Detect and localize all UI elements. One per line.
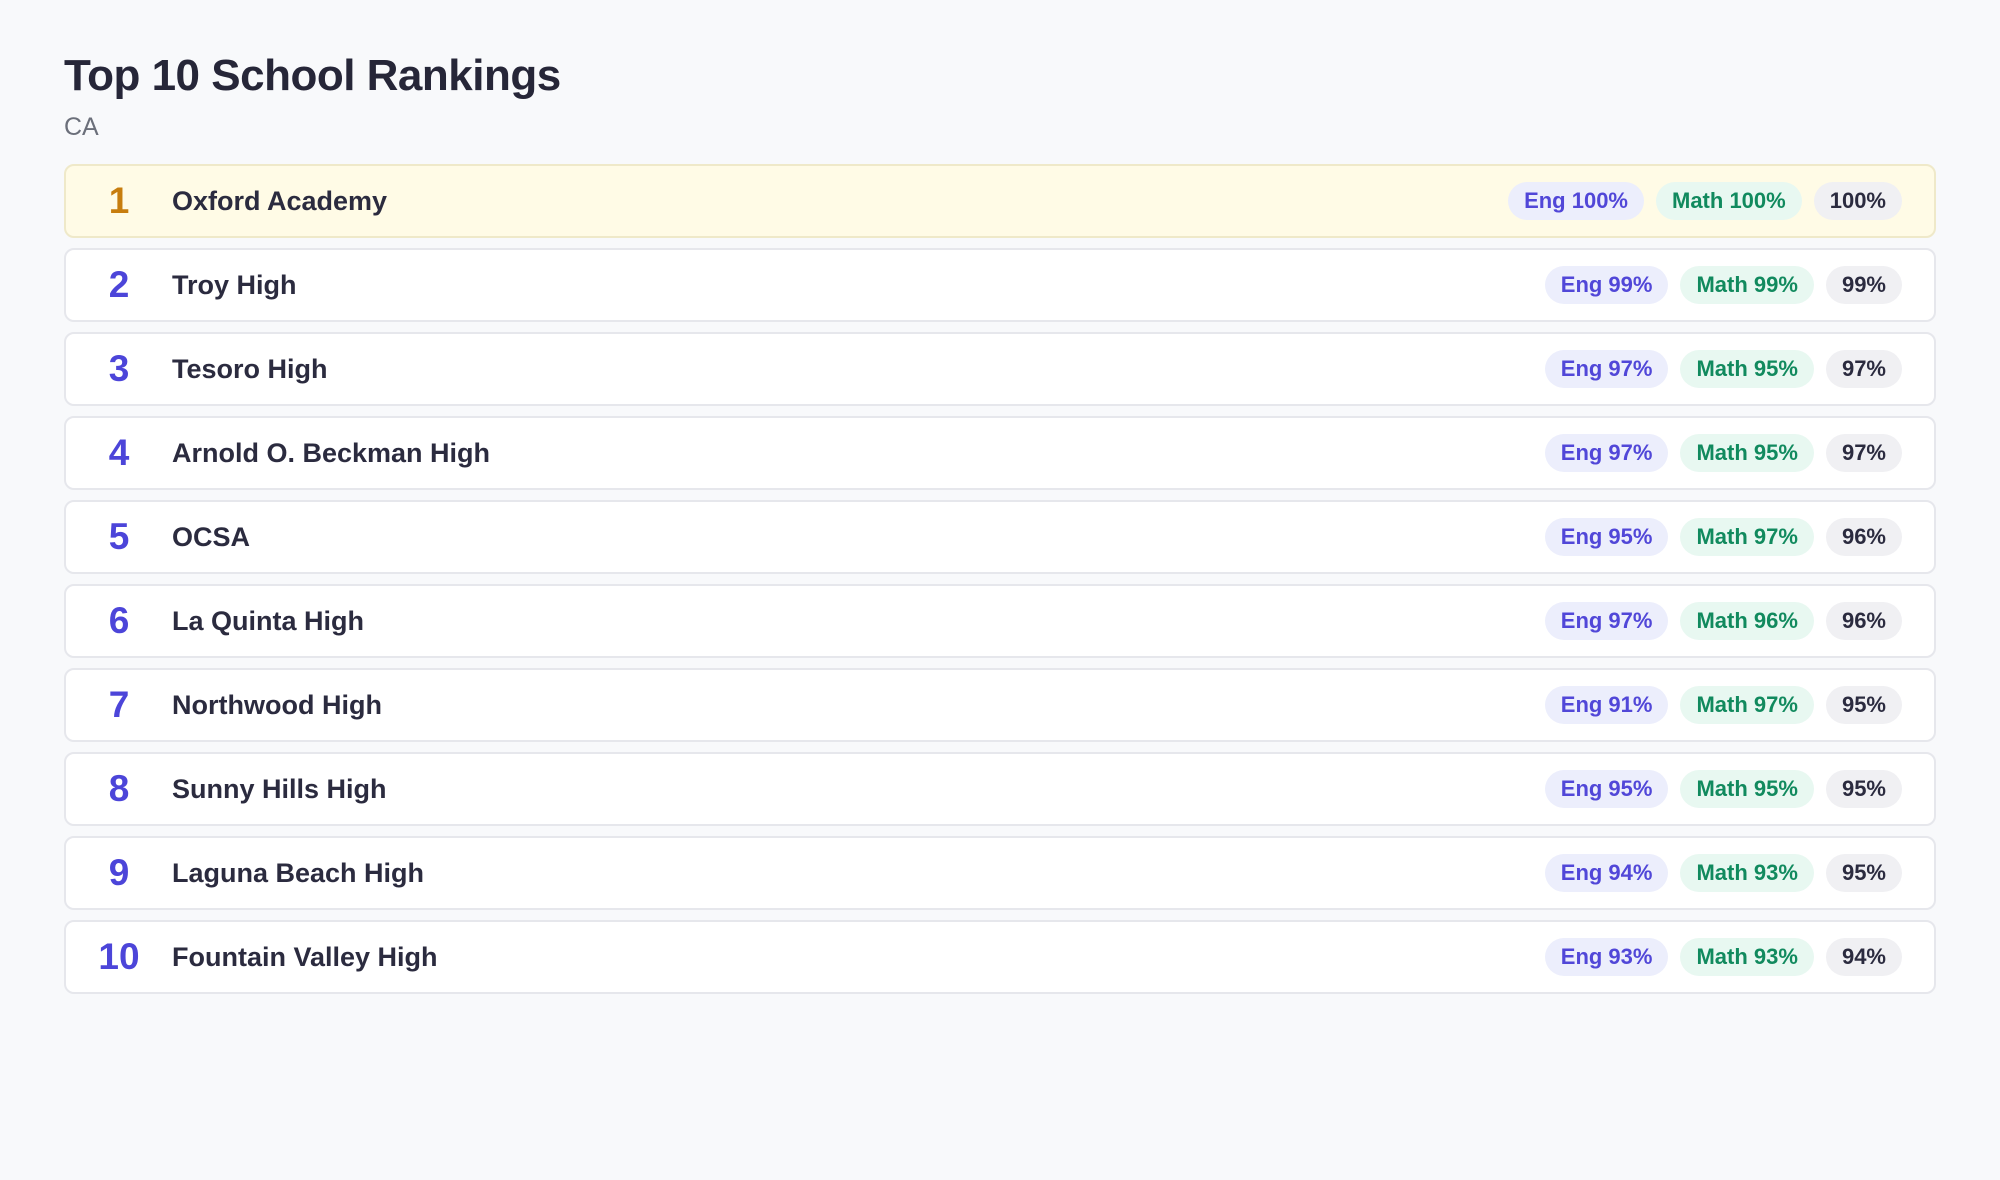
score-pills: Eng 97% Math 95% 97% — [1544, 434, 1902, 472]
school-name: Tesoro High — [172, 353, 328, 384]
overall-score-badge: 96% — [1825, 602, 1902, 640]
school-row[interactable]: 7 Northwood High Eng 91% Math 97% 95% — [64, 668, 1936, 742]
rank-number: 9 — [108, 852, 130, 893]
eng-score-badge: Eng 91% — [1544, 686, 1669, 724]
school-name: Northwood High — [172, 689, 382, 720]
overall-score-badge: 95% — [1825, 686, 1902, 724]
math-score-badge: Math 95% — [1680, 770, 1814, 808]
page-title: Top 10 School Rankings — [64, 51, 561, 100]
school-row[interactable]: 4 Arnold O. Beckman High Eng 97% Math 95… — [64, 416, 1936, 490]
eng-score-badge: Eng 95% — [1544, 518, 1669, 556]
score-pills: Eng 91% Math 97% 95% — [1544, 686, 1902, 724]
eng-score-badge: Eng 97% — [1544, 434, 1669, 472]
math-score-badge: Math 100% — [1656, 182, 1802, 220]
score-pills: Eng 94% Math 93% 95% — [1544, 854, 1902, 892]
school-row[interactable]: 6 La Quinta High Eng 97% Math 96% 96% — [64, 584, 1936, 658]
school-name: La Quinta High — [172, 605, 364, 636]
math-score-badge: Math 96% — [1680, 602, 1814, 640]
eng-score-badge: Eng 97% — [1544, 350, 1669, 388]
eng-score-badge: Eng 94% — [1544, 854, 1669, 892]
school-row[interactable]: 8 Sunny Hills High Eng 95% Math 95% 95% — [64, 752, 1936, 826]
math-score-badge: Math 95% — [1680, 350, 1814, 388]
school-row[interactable]: 9 Laguna Beach High Eng 94% Math 93% 95% — [64, 836, 1936, 910]
score-pills: Eng 95% Math 95% 95% — [1544, 770, 1902, 808]
rank-number: 1 — [108, 180, 130, 221]
score-pills: Eng 97% Math 96% 96% — [1544, 602, 1902, 640]
rank-number: 10 — [98, 936, 140, 977]
rank-number: 7 — [108, 684, 130, 725]
rank-number: 3 — [108, 348, 130, 389]
rank-number: 6 — [108, 600, 130, 641]
score-pills: Eng 100% Math 100% 100% — [1508, 182, 1902, 220]
math-score-badge: Math 93% — [1680, 938, 1814, 976]
rank-number: 8 — [108, 768, 130, 809]
math-score-badge: Math 93% — [1680, 854, 1814, 892]
state-subtitle: CA — [64, 113, 99, 141]
rankings-page: Top 10 School Rankings CA 1 Oxford Acade… — [64, 48, 1936, 994]
rank-number: 2 — [108, 264, 130, 305]
overall-score-badge: 95% — [1825, 854, 1902, 892]
school-name: Arnold O. Beckman High — [172, 437, 491, 468]
school-name: Sunny Hills High — [172, 773, 387, 804]
overall-score-badge: 95% — [1825, 770, 1902, 808]
school-row[interactable]: 1 Oxford Academy Eng 100% Math 100% 100% — [64, 164, 1936, 238]
school-name: Troy High — [172, 269, 297, 300]
score-pills: Eng 93% Math 93% 94% — [1544, 938, 1902, 976]
eng-score-badge: Eng 99% — [1544, 266, 1669, 304]
overall-score-badge: 96% — [1825, 518, 1902, 556]
eng-score-badge: Eng 100% — [1508, 182, 1644, 220]
overall-score-badge: 100% — [1813, 182, 1902, 220]
score-pills: Eng 95% Math 97% 96% — [1544, 518, 1902, 556]
school-name: OCSA — [172, 521, 251, 552]
school-row[interactable]: 3 Tesoro High Eng 97% Math 95% 97% — [64, 332, 1936, 406]
score-pills: Eng 99% Math 99% 99% — [1544, 266, 1902, 304]
school-row[interactable]: 2 Troy High Eng 99% Math 99% 99% — [64, 248, 1936, 322]
eng-score-badge: Eng 97% — [1544, 602, 1669, 640]
overall-score-badge: 99% — [1825, 266, 1902, 304]
math-score-badge: Math 97% — [1680, 518, 1814, 556]
school-list: 1 Oxford Academy Eng 100% Math 100% 100%… — [64, 164, 1936, 994]
school-name: Oxford Academy — [172, 185, 388, 216]
eng-score-badge: Eng 95% — [1544, 770, 1669, 808]
math-score-badge: Math 97% — [1680, 686, 1814, 724]
eng-score-badge: Eng 93% — [1544, 938, 1669, 976]
school-row[interactable]: 5 OCSA Eng 95% Math 97% 96% — [64, 500, 1936, 574]
score-pills: Eng 97% Math 95% 97% — [1544, 350, 1902, 388]
school-name: Fountain Valley High — [172, 941, 438, 972]
overall-score-badge: 97% — [1825, 350, 1902, 388]
overall-score-badge: 94% — [1825, 938, 1902, 976]
overall-score-badge: 97% — [1825, 434, 1902, 472]
school-row[interactable]: 10 Fountain Valley High Eng 93% Math 93%… — [64, 920, 1936, 994]
rank-number: 5 — [108, 516, 130, 557]
school-name: Laguna Beach High — [172, 857, 425, 888]
math-score-badge: Math 99% — [1680, 266, 1814, 304]
math-score-badge: Math 95% — [1680, 434, 1814, 472]
rank-number: 4 — [108, 432, 130, 473]
